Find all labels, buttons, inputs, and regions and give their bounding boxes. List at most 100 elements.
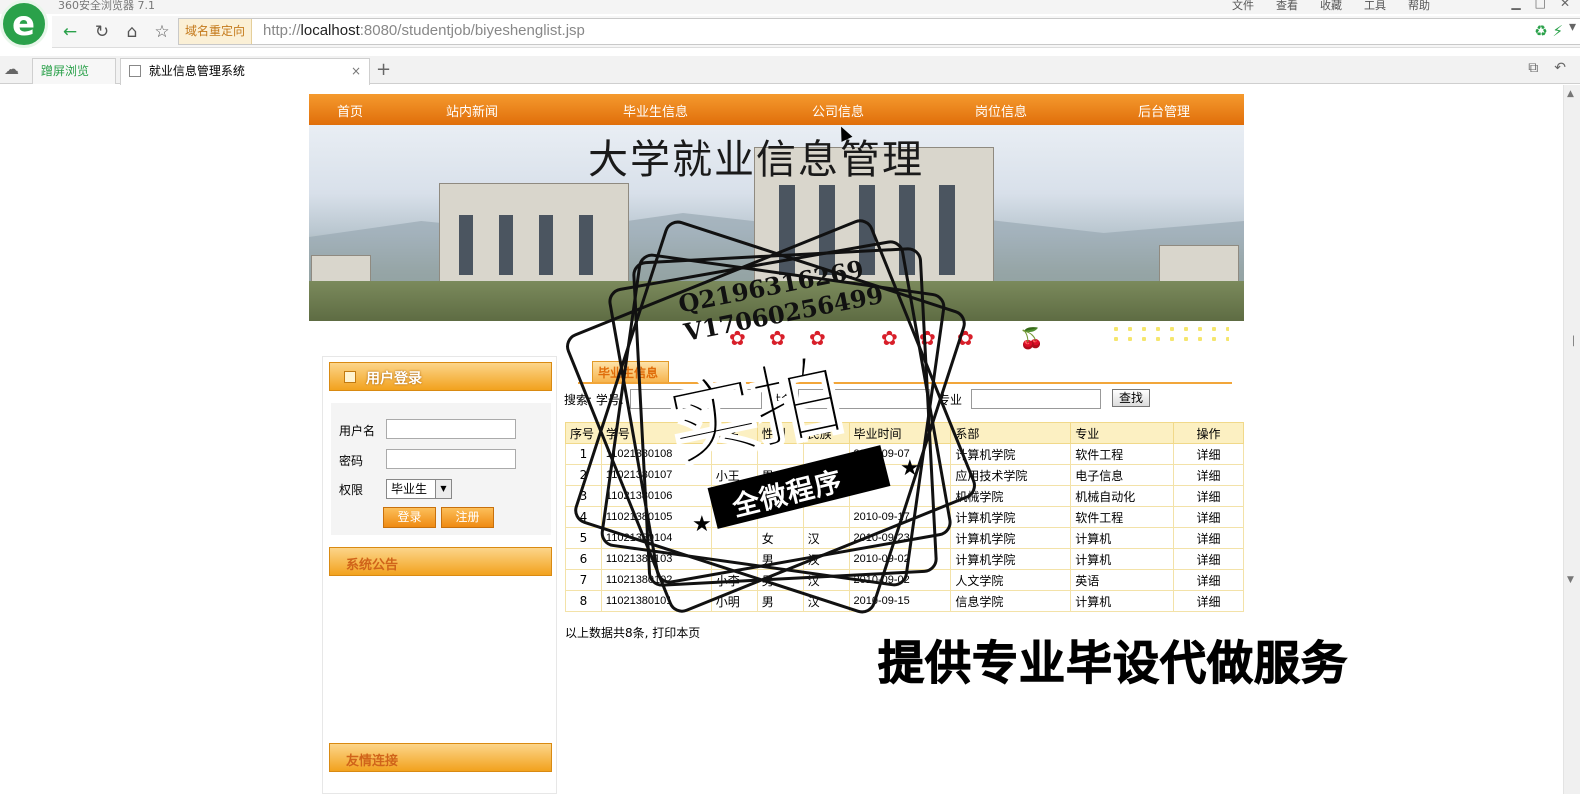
select-arrow-icon[interactable]: ▼ — [435, 480, 451, 498]
graduates-tab[interactable]: 毕业生信息 — [592, 361, 669, 383]
detail-link[interactable]: 详细 — [1173, 443, 1244, 465]
password-input[interactable] — [386, 449, 516, 469]
browser-menu-bar: 文件 查看 收藏 工具 帮助 — [1232, 0, 1430, 13]
menu-tools[interactable]: 工具 — [1364, 0, 1386, 13]
favorite-star-icon[interactable]: ☆ — [150, 20, 174, 44]
decor-flower-strip: ✿ ✿ ✿ ✿ ✿ ✿ 🍒 — [309, 321, 1244, 351]
table-cell: 3 — [565, 485, 602, 507]
graduate-table: 序号 学号 姓名 性别 民族 毕业时间 系部 专业 操作 1 1102138010… — [565, 422, 1244, 612]
tab-current-page[interactable]: 就业信息管理系统 × — [120, 58, 370, 85]
banner-window — [579, 215, 593, 275]
address-toolbar: ← ↻ ⌂ ☆ 域名重定向 http://localhost:8080/stud… — [52, 16, 1580, 48]
table-cell: 男 — [756, 464, 804, 486]
table-cell: 汉 — [802, 464, 850, 486]
record-summary[interactable]: 以上数据共8条, 打印本页 — [565, 624, 700, 641]
major-input[interactable] — [971, 389, 1101, 409]
username-input[interactable] — [386, 419, 516, 439]
nav-admin[interactable]: 后台管理 — [1138, 101, 1190, 120]
table-cell — [756, 443, 804, 465]
table-cell — [756, 506, 804, 528]
table-cell: 软件工程 — [1070, 506, 1175, 528]
close-window-icon[interactable]: ✕ — [1560, 0, 1570, 10]
banner-window — [859, 185, 875, 275]
password-label: 密码 — [339, 454, 364, 468]
login-panel-title: 用户登录 — [366, 371, 422, 387]
student-id-input[interactable] — [630, 389, 762, 409]
col-header: 专业 — [1070, 422, 1175, 444]
username-label: 用户名 — [339, 424, 376, 438]
detail-link[interactable]: 详细 — [1173, 527, 1244, 549]
table-cell — [710, 506, 758, 528]
links-panel-title: 友情连接 — [346, 754, 399, 769]
detail-link[interactable]: 详细 — [1173, 590, 1244, 612]
back-arrow-icon[interactable]: ← — [58, 20, 82, 44]
table-cell: 计算机 — [1070, 527, 1175, 549]
redirect-badge[interactable]: 域名重定向 — [179, 19, 253, 44]
nav-graduates[interactable]: 毕业生信息 — [623, 101, 688, 120]
address-input[interactable]: 域名重定向 http://localhost:8080/studentjob/b… — [178, 18, 1580, 45]
table-cell: 6 — [565, 548, 602, 570]
table-cell: 11021380101 — [600, 590, 712, 612]
menu-favorites[interactable]: 收藏 — [1320, 0, 1342, 13]
col-header: 操作 — [1173, 422, 1244, 444]
table-cell: 2010-09-23 — [848, 527, 952, 549]
menu-file[interactable]: 文件 — [1232, 0, 1254, 13]
refresh-icon[interactable]: ↻ — [90, 20, 114, 44]
security-shield-icon[interactable]: ♻ ⚡ — [1534, 22, 1563, 40]
nav-companies[interactable]: 公司信息 — [812, 101, 864, 120]
detail-link[interactable]: 详细 — [1173, 464, 1244, 486]
table-cell: 11021380107 — [600, 464, 712, 486]
tab-close-icon[interactable]: × — [351, 59, 361, 83]
register-button[interactable]: 注册 — [441, 507, 494, 528]
nav-home[interactable]: 首页 — [337, 101, 363, 120]
vertical-scrollbar[interactable]: ▲ ▕ ▼ — [1563, 85, 1580, 794]
minimize-icon[interactable]: ▁ — [1511, 0, 1520, 10]
flower-icon: ✿ — [919, 326, 936, 350]
login-button[interactable]: 登录 — [383, 507, 436, 528]
browser-app-title: 360安全浏览器 7.1 — [58, 0, 155, 12]
role-select[interactable]: 毕业生 ▼ — [386, 479, 452, 499]
scroll-up-icon[interactable]: ▲ — [1567, 89, 1574, 99]
scroll-down-icon[interactable]: ▼ — [1567, 575, 1574, 585]
banner-title: 大学就业信息管理 — [588, 137, 924, 183]
detail-link[interactable]: 详细 — [1173, 548, 1244, 570]
table-cell: 计算机学院 — [950, 506, 1072, 528]
table-cell — [710, 485, 758, 507]
banner-window — [939, 185, 955, 275]
notice-panel-header: 系统公告 — [329, 547, 552, 576]
table-cell: 信息学院 — [950, 590, 1072, 612]
table-row: 2 11021380107 小王男汉 应用技术学院 电子信息 详细 — [565, 464, 1244, 486]
detail-link[interactable]: 详细 — [1173, 569, 1244, 591]
table-cell: 2 — [565, 464, 602, 486]
menu-help[interactable]: 帮助 — [1408, 0, 1430, 13]
undo-close-icon[interactable]: ↶ — [1554, 60, 1566, 76]
menu-view[interactable]: 查看 — [1276, 0, 1298, 13]
table-cell: 11021380102 — [600, 569, 712, 591]
maximize-icon[interactable]: □ — [1535, 0, 1546, 10]
table-row: 4 11021380105 2010-09-17 计算机学院 软件工程 详细 — [565, 506, 1244, 528]
table-row: 8 11021380101 小明男汉 2010-09-15 信息学院 计算机 详细 — [565, 590, 1244, 612]
home-icon[interactable]: ⌂ — [120, 20, 144, 44]
table-cell — [848, 464, 952, 486]
table-cell — [710, 443, 758, 465]
table-cell: 计算机学院 — [950, 548, 1072, 570]
table-cell: 2010-09-02 — [848, 548, 952, 570]
nav-jobs[interactable]: 岗位信息 — [975, 101, 1027, 120]
detail-link[interactable]: 详细 — [1173, 485, 1244, 507]
name-input[interactable] — [798, 389, 930, 409]
banner-trees — [309, 281, 1244, 321]
table-row: 6 11021380103 男汉 2010-09-02 计算机学院 计算机 详细 — [565, 548, 1244, 570]
login-header-icon — [344, 371, 356, 383]
scroll-thumb-icon[interactable]: ▕ — [1567, 337, 1574, 347]
tab-split-screen[interactable]: 蹭屏浏览 — [32, 58, 116, 84]
restore-tabs-icon[interactable]: ⧉ — [1528, 60, 1538, 76]
cherry-icon: 🍒 — [1019, 326, 1044, 350]
new-tab-icon[interactable]: + — [376, 59, 391, 80]
detail-link[interactable]: 详细 — [1173, 506, 1244, 528]
notice-panel-title: 系统公告 — [346, 558, 399, 573]
find-button[interactable]: 查找 — [1112, 389, 1150, 407]
cloud-icon[interactable]: ☁ — [4, 60, 19, 78]
nav-news[interactable]: 站内新闻 — [446, 101, 498, 120]
address-dropdown-icon[interactable]: ▾ — [1569, 19, 1576, 35]
url-text[interactable]: http://localhost:8080/studentjob/biyeshe… — [263, 22, 585, 39]
